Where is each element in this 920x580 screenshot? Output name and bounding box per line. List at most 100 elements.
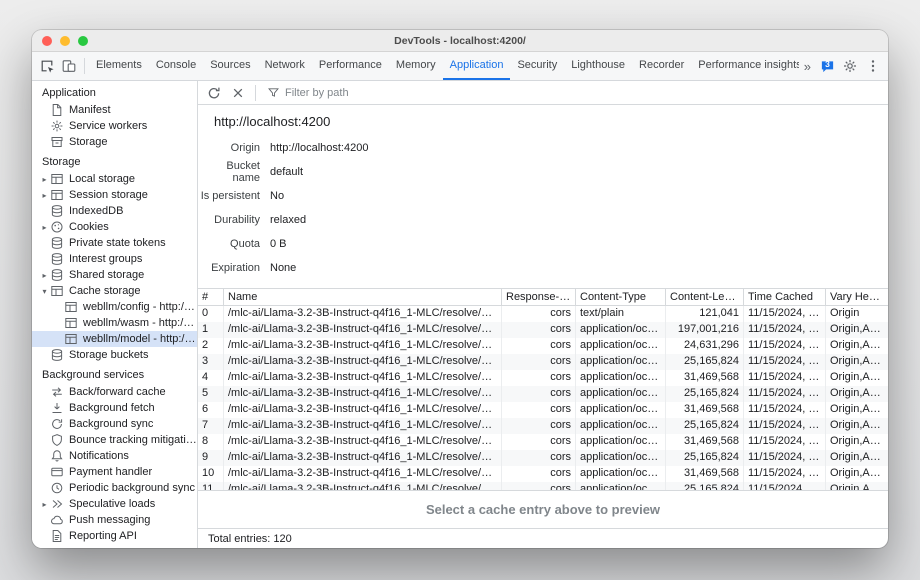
messages-badge[interactable]: 3 — [817, 55, 838, 77]
sidebar-item-push-messaging[interactable]: Push messaging — [32, 512, 197, 528]
column-header-content-type[interactable]: Content-Type — [576, 289, 666, 306]
sidebar-item-webllm-config-http-loc[interactable]: webllm/config - http://loc… — [32, 299, 197, 315]
tab-recorder[interactable]: Recorder — [632, 52, 691, 80]
delete-selected-button[interactable] — [227, 82, 249, 104]
column-header-name[interactable]: Name — [224, 289, 502, 306]
table-icon — [50, 188, 64, 202]
column-header-time-cached[interactable]: Time Cached — [744, 289, 826, 306]
sidebar-item-label: Bounce tracking mitigations — [69, 434, 197, 446]
kebab-menu-button[interactable] — [862, 55, 884, 77]
table-row[interactable]: 5/mlc-ai/Llama-3.2-3B-Instruct-q4f16_1-M… — [198, 386, 888, 402]
database-icon — [50, 252, 64, 266]
sidebar-item-manifest[interactable]: Manifest — [32, 102, 197, 118]
cell-clen: 25,165,824 — [666, 386, 744, 402]
metadata-label: Bucket name — [198, 160, 260, 184]
sidebar-item-service-workers[interactable]: Service workers — [32, 118, 197, 134]
database-icon — [50, 204, 64, 218]
sidebar-item-storage-buckets[interactable]: Storage buckets — [32, 347, 197, 363]
tab-performance[interactable]: Performance — [312, 52, 389, 80]
tab-network[interactable]: Network — [258, 52, 312, 80]
column-header-content-length[interactable]: Content-Length — [666, 289, 744, 306]
expander-collapsed-icon[interactable]: ▸ — [39, 223, 50, 232]
cell-ctype: application/oc… — [576, 338, 666, 354]
cell-rtype: cors — [502, 354, 576, 370]
table-row[interactable]: 2/mlc-ai/Llama-3.2-3B-Instruct-q4f16_1-M… — [198, 338, 888, 354]
cell-clen: 31,469,568 — [666, 402, 744, 418]
expander-expanded-icon[interactable]: ▾ — [39, 287, 50, 296]
table-icon — [64, 332, 78, 346]
table-row[interactable]: 4/mlc-ai/Llama-3.2-3B-Instruct-q4f16_1-M… — [198, 370, 888, 386]
sidebar-item-storage[interactable]: Storage — [32, 134, 197, 150]
table-row[interactable]: 9/mlc-ai/Llama-3.2-3B-Instruct-q4f16_1-M… — [198, 450, 888, 466]
tab-elements[interactable]: Elements — [89, 52, 149, 80]
table-row[interactable]: 7/mlc-ai/Llama-3.2-3B-Instruct-q4f16_1-M… — [198, 418, 888, 434]
cell-name: /mlc-ai/Llama-3.2-3B-Instruct-q4f16_1-ML… — [224, 466, 502, 482]
gear-icon — [842, 58, 858, 74]
table-row[interactable]: 8/mlc-ai/Llama-3.2-3B-Instruct-q4f16_1-M… — [198, 434, 888, 450]
sidebar-item-indexeddb[interactable]: IndexedDB — [32, 203, 197, 219]
sidebar-section-title: Application — [32, 81, 197, 102]
more-tabs-button[interactable]: » — [799, 59, 816, 74]
table-row[interactable]: 6/mlc-ai/Llama-3.2-3B-Instruct-q4f16_1-M… — [198, 402, 888, 418]
cell-time: 11/15/2024, 10… — [744, 322, 826, 338]
sidebar-item-private-state-tokens[interactable]: Private state tokens — [32, 235, 197, 251]
table-row[interactable]: 11/mlc-ai/Llama-3.2-3B-Instruct-q4f16_1-… — [198, 482, 888, 490]
table-row[interactable]: 0/mlc-ai/Llama-3.2-3B-Instruct-q4f16_1-M… — [198, 306, 888, 322]
cell-time: 11/15/2024, 10… — [744, 418, 826, 434]
cell-ctype: application/oc… — [576, 450, 666, 466]
sidebar-item-session-storage[interactable]: ▸Session storage — [32, 187, 197, 203]
sidebar-item-shared-storage[interactable]: ▸Shared storage — [32, 267, 197, 283]
sidebar-item-cookies[interactable]: ▸Cookies — [32, 219, 197, 235]
expander-collapsed-icon[interactable]: ▸ — [39, 175, 50, 184]
sidebar-item-periodic-background-sync[interactable]: Periodic background sync — [32, 480, 197, 496]
tab-application[interactable]: Application — [443, 52, 511, 80]
tab-lighthouse[interactable]: Lighthouse — [564, 52, 632, 80]
tab-console[interactable]: Console — [149, 52, 203, 80]
table-row[interactable]: 3/mlc-ai/Llama-3.2-3B-Instruct-q4f16_1-M… — [198, 354, 888, 370]
sidebar-item-local-storage[interactable]: ▸Local storage — [32, 171, 197, 187]
tab-strip: ElementsConsoleSourcesNetworkPerformance… — [89, 52, 799, 80]
sidebar-item-webllm-wasm-http-loca[interactable]: webllm/wasm - http://loca… — [32, 315, 197, 331]
cell-idx: 6 — [198, 402, 224, 418]
tab-performance-insights[interactable]: Performance insights — [691, 52, 798, 80]
sidebar-item-payment-handler[interactable]: Payment handler — [32, 464, 197, 480]
filter-input[interactable]: Filter by path — [262, 86, 354, 99]
expander-collapsed-icon[interactable]: ▸ — [39, 500, 50, 509]
zoom-window-button[interactable] — [78, 36, 88, 46]
tab-memory[interactable]: Memory — [389, 52, 443, 80]
sidebar-item-speculative-loads[interactable]: ▸Speculative loads — [32, 496, 197, 512]
expander-collapsed-icon[interactable]: ▸ — [39, 191, 50, 200]
settings-button[interactable] — [839, 55, 861, 77]
tab-sources[interactable]: Sources — [203, 52, 257, 80]
sidebar-item-notifications[interactable]: Notifications — [32, 448, 197, 464]
column-header-vary-header[interactable]: Vary Header — [826, 289, 888, 306]
inspect-element-button[interactable] — [36, 55, 58, 77]
sidebar-item-back-forward-cache[interactable]: Back/forward cache — [32, 384, 197, 400]
cell-name: /mlc-ai/Llama-3.2-3B-Instruct-q4f16_1-ML… — [224, 418, 502, 434]
sidebar-item-cache-storage[interactable]: ▾Cache storage — [32, 283, 197, 299]
cell-idx: 2 — [198, 338, 224, 354]
expander-collapsed-icon[interactable]: ▸ — [39, 271, 50, 280]
sidebar-item-interest-groups[interactable]: Interest groups — [32, 251, 197, 267]
table-row[interactable]: 10/mlc-ai/Llama-3.2-3B-Instruct-q4f16_1-… — [198, 466, 888, 482]
sidebar-item-background-fetch[interactable]: Background fetch — [32, 400, 197, 416]
cell-rtype: cors — [502, 386, 576, 402]
sidebar-item-webllm-model-http-loc[interactable]: webllm/model - http://loc… — [32, 331, 197, 347]
device-toolbar-button[interactable] — [58, 55, 80, 77]
inspect-cursor-icon — [39, 58, 55, 74]
tab-security[interactable]: Security — [510, 52, 564, 80]
close-window-button[interactable] — [42, 36, 52, 46]
sidebar-item-background-sync[interactable]: Background sync — [32, 416, 197, 432]
refresh-button[interactable] — [203, 82, 225, 104]
metadata-row: ExpirationNone — [198, 256, 888, 280]
sidebar-item-bounce-tracking-mitigations[interactable]: Bounce tracking mitigations — [32, 432, 197, 448]
cell-name: /mlc-ai/Llama-3.2-3B-Instruct-q4f16_1-ML… — [224, 354, 502, 370]
cell-time: 11/15/2024, 10… — [744, 482, 826, 490]
sidebar-item-label: Back/forward cache — [69, 386, 166, 398]
minimize-window-button[interactable] — [60, 36, 70, 46]
tab-label: Memory — [396, 59, 436, 71]
table-row[interactable]: 1/mlc-ai/Llama-3.2-3B-Instruct-q4f16_1-M… — [198, 322, 888, 338]
column-header-[interactable]: # — [198, 289, 224, 306]
column-header-response-type[interactable]: Response-Type — [502, 289, 576, 306]
sidebar-item-reporting-api[interactable]: Reporting API — [32, 528, 197, 544]
